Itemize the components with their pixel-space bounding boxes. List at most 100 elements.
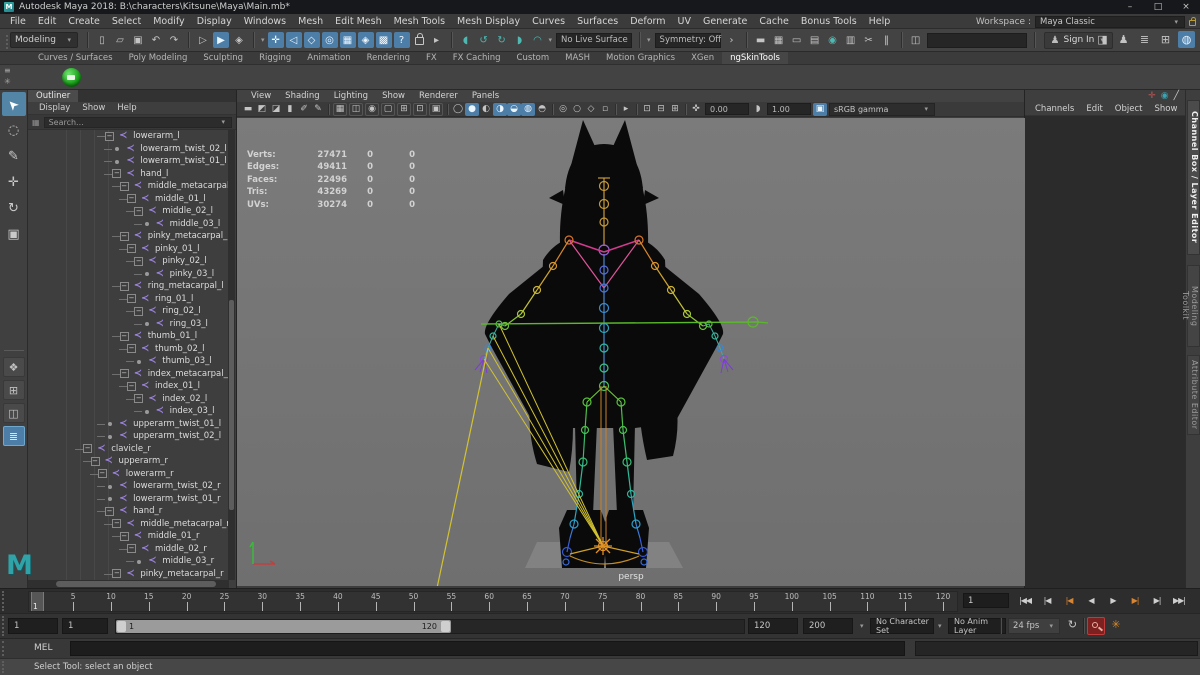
- shelf-tab-rendering[interactable]: Rendering: [359, 52, 418, 64]
- outliner-tab[interactable]: Outliner: [28, 90, 78, 102]
- outliner-item-pinky-03-l[interactable]: ≺pinky_03_l: [28, 268, 229, 281]
- input-connections-icon[interactable]: ↺: [476, 32, 492, 48]
- side-tab-attribute-editor[interactable]: Attribute Editor: [1187, 355, 1200, 435]
- graph-colors-icon[interactable]: ╱: [1174, 90, 1179, 102]
- outliner-item-pinky-metacarpal-l[interactable]: −≺pinky_metacarpal_l: [28, 230, 229, 243]
- outliner-item-clavicle-r[interactable]: −≺clavicle_r: [28, 443, 229, 456]
- chevron-down-icon[interactable]: ▾: [647, 36, 651, 44]
- undo-icon[interactable]: ↶: [148, 32, 164, 48]
- shelf-tab-fx[interactable]: FX: [418, 52, 445, 64]
- outliner-item-lowerarm-twist-01-r[interactable]: ≺lowerarm_twist_01_r: [28, 493, 229, 506]
- menu-edit[interactable]: Edit: [32, 16, 62, 27]
- hypershade-icon[interactable]: ◉: [825, 32, 841, 48]
- outliner-item-ring-03-l[interactable]: ≺ring_03_l: [28, 318, 229, 331]
- chevron-down-icon[interactable]: ▾: [938, 622, 942, 630]
- outliner-item-middle-metacarpal-l[interactable]: −≺middle_metacarpal_l: [28, 180, 229, 193]
- outliner-item-lowerarm-l[interactable]: −≺lowerarm_l: [28, 130, 229, 143]
- playback-end-field[interactable]: 120: [748, 618, 798, 634]
- tree-expand-toggle[interactable]: −: [120, 532, 129, 541]
- separator-expand-icon[interactable]: ▸: [619, 103, 633, 116]
- image-plane-icon[interactable]: ✐: [297, 103, 311, 116]
- menu-uv[interactable]: UV: [672, 16, 697, 27]
- isolate-select-icon[interactable]: ◇: [584, 103, 598, 116]
- channel-box-content[interactable]: [1025, 116, 1185, 588]
- range-end-handle[interactable]: [441, 621, 450, 632]
- snap-grid-icon[interactable]: ✛: [268, 32, 284, 48]
- shaded-icon[interactable]: ●: [465, 103, 479, 116]
- menu-mesh-tools[interactable]: Mesh Tools: [388, 16, 451, 27]
- show-manipulators-icon[interactable]: ✛: [1148, 90, 1156, 102]
- menu-generate[interactable]: Generate: [697, 16, 753, 27]
- launch-render-icon[interactable]: ✂: [861, 32, 877, 48]
- scrollbar-thumb[interactable]: [229, 300, 234, 510]
- outliner-item-thumb-03-l[interactable]: ≺thumb_03_l: [28, 355, 229, 368]
- menu-file[interactable]: File: [4, 16, 32, 27]
- viewport-canvas[interactable]: Verts:2747100Edges:4941100Faces:2249600T…: [237, 118, 1025, 586]
- tree-expand-toggle[interactable]: −: [120, 232, 129, 241]
- lasso-select-tool[interactable]: ◌: [2, 118, 26, 142]
- fps-dropdown[interactable]: 24 fps ▾: [1008, 618, 1060, 634]
- go-to-end-button[interactable]: ▶▶|: [1168, 591, 1190, 610]
- tree-expand-toggle[interactable]: −: [134, 257, 143, 266]
- workspace-toggle-icon[interactable]: ◍: [1178, 31, 1195, 48]
- step-back-frame-button[interactable]: |◀: [1058, 591, 1080, 610]
- outliner-item-pinky-metacarpal-r[interactable]: −≺pinky_metacarpal_r: [28, 568, 229, 581]
- panel-toggle-icon[interactable]: ◫: [908, 32, 924, 48]
- outliner-item-middle-02-r[interactable]: −≺middle_02_r: [28, 543, 229, 556]
- time-slider-grip[interactable]: [2, 591, 6, 611]
- outliner-item-index-03-l[interactable]: ≺index_03_l: [28, 405, 229, 418]
- channel-box-menu-channels[interactable]: Channels: [1029, 102, 1080, 115]
- shelf-tab-curves-surfaces[interactable]: Curves / Surfaces: [30, 52, 121, 64]
- minimize-button[interactable]: –: [1116, 0, 1144, 14]
- highlight-selection-icon[interactable]: ▸: [429, 32, 445, 48]
- current-frame-field[interactable]: 1: [963, 593, 1009, 608]
- outliner-item-hand-l[interactable]: −≺hand_l: [28, 168, 229, 181]
- menu-select[interactable]: Select: [106, 16, 147, 27]
- time-slider-ruler[interactable]: 1 51015202530354045505560657075808590951…: [28, 591, 958, 612]
- outliner-menu-display[interactable]: Display: [34, 102, 75, 114]
- tree-expand-toggle[interactable]: −: [112, 169, 121, 178]
- select-hierarchy-icon[interactable]: ▷: [195, 32, 211, 48]
- workspace-lock-icon[interactable]: [1189, 20, 1196, 26]
- ambient-occlusion-icon[interactable]: ◍: [521, 103, 535, 116]
- live-surface-field[interactable]: No Live Surface: [556, 33, 632, 48]
- render-view-icon[interactable]: ▥: [843, 32, 859, 48]
- outliner-item-middle-01-r[interactable]: −≺middle_01_r: [28, 530, 229, 543]
- outliner-search-input[interactable]: Search... ▾: [44, 117, 232, 128]
- tree-expand-toggle[interactable]: −: [127, 544, 136, 553]
- shelf-tab-poly-modeling[interactable]: Poly Modeling: [121, 52, 196, 64]
- multisample-icon[interactable]: ◎: [556, 103, 570, 116]
- command-language-toggle[interactable]: MEL: [34, 643, 52, 653]
- character-set-dropdown[interactable]: No Character Set: [870, 618, 934, 634]
- step-back-key-button[interactable]: |◀: [1036, 591, 1058, 610]
- textured-icon[interactable]: ◐: [479, 103, 493, 116]
- shelf-tab-animation[interactable]: Animation: [299, 52, 358, 64]
- tree-expand-toggle[interactable]: −: [120, 182, 129, 191]
- film-gate-icon[interactable]: ◫: [349, 103, 363, 116]
- tree-expand-toggle[interactable]: −: [127, 244, 136, 253]
- channel-box-menu-show[interactable]: Show: [1148, 102, 1183, 115]
- menu-deform[interactable]: Deform: [624, 16, 671, 27]
- motion-blur-icon[interactable]: ◓: [535, 103, 549, 116]
- depth-of-field-icon[interactable]: ○: [570, 103, 584, 116]
- menu-display[interactable]: Display: [191, 16, 238, 27]
- open-scene-icon[interactable]: ▱: [112, 32, 128, 48]
- tree-expand-toggle[interactable]: −: [134, 207, 143, 216]
- menu-windows[interactable]: Windows: [238, 16, 292, 27]
- symmetry-expand-icon[interactable]: ›: [724, 32, 740, 48]
- pause-viewport-icon[interactable]: ‖: [879, 32, 895, 48]
- xray-icon[interactable]: ▫: [598, 103, 612, 116]
- paint-select-tool[interactable]: ✎: [2, 144, 26, 168]
- viewport-menu-panels[interactable]: Panels: [466, 90, 505, 102]
- channel-box-menu-edit[interactable]: Edit: [1080, 102, 1108, 115]
- tree-expand-toggle[interactable]: −: [120, 332, 129, 341]
- construction-history-icon[interactable]: ↻: [494, 32, 510, 48]
- auto-keyframe-button[interactable]: [1087, 617, 1105, 635]
- range-start-handle[interactable]: [117, 621, 126, 632]
- field-chart-icon[interactable]: ⊞: [397, 103, 411, 116]
- ipr-render-icon[interactable]: ▭: [789, 32, 805, 48]
- outliner-item-index-01-l[interactable]: −≺index_01_l: [28, 380, 229, 393]
- tree-expand-toggle[interactable]: −: [120, 369, 129, 378]
- outliner-item-lowerarm-twist-01-l[interactable]: ≺lowerarm_twist_01_l: [28, 155, 229, 168]
- outliner-item-thumb-01-l[interactable]: −≺thumb_01_l: [28, 330, 229, 343]
